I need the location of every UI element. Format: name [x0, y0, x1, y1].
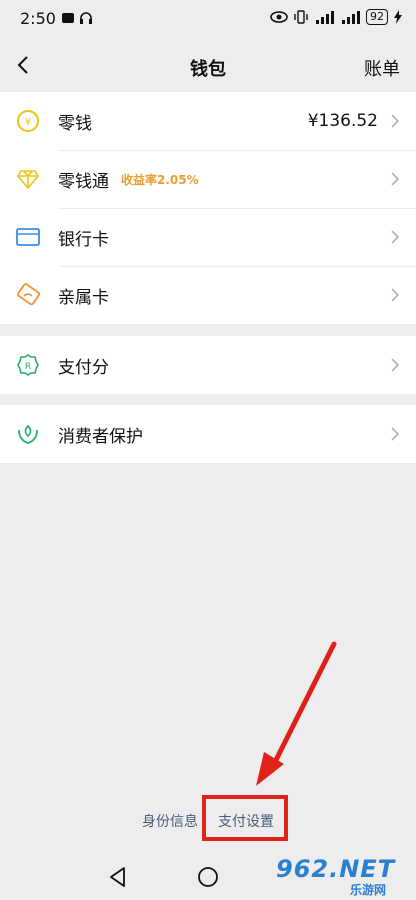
family-card-icon [17, 283, 40, 306]
nav-home-circle-icon[interactable] [197, 866, 219, 888]
wallet-group-score: R 支付分 [0, 336, 416, 394]
chevron-right-icon [391, 114, 400, 128]
yield-rate-badge: 收益率2.05% [121, 172, 199, 187]
status-right: 92 [270, 9, 402, 25]
bank-card-icon [16, 228, 40, 246]
chevron-right-icon [391, 427, 400, 441]
signal-4g-icon [316, 11, 334, 24]
watermark: 962.NET 乐游网 [276, 855, 412, 897]
status-bar: 2:50 92 [0, 0, 416, 38]
row-family-card[interactable]: 亲属卡 [0, 266, 416, 324]
eye-icon [270, 11, 288, 23]
row-label: 零钱 [58, 113, 92, 134]
pay-score-icon: R [17, 354, 39, 376]
coin-icon: ¥ [17, 110, 39, 132]
watermark-site: 乐游网 [350, 883, 387, 897]
row-lingqiantong[interactable]: 零钱通 收益率2.05% [0, 150, 416, 208]
status-left-icons [61, 11, 93, 25]
notification-icon [62, 13, 74, 23]
highlight-box [202, 795, 288, 841]
signal-4g-icon-2 [342, 11, 360, 24]
vibrate-icon [294, 10, 308, 24]
nav-bar: 钱包 账单 [0, 38, 416, 92]
row-change[interactable]: ¥ 零钱 ¥136.52 [0, 92, 416, 150]
page-title: 钱包 [190, 59, 226, 80]
row-label: 银行卡 [58, 229, 109, 250]
charging-icon [394, 10, 402, 24]
wallet-group-main: ¥ 零钱 ¥136.52 零钱通 收益率2.05% 银行卡 亲属卡 [0, 92, 416, 324]
row-label: 消费者保护 [58, 426, 143, 447]
row-consumer-protection[interactable]: 消费者保护 [0, 405, 416, 463]
row-bank-card[interactable]: 银行卡 [0, 208, 416, 266]
diamond-icon [17, 170, 39, 189]
row-label: 支付分 [58, 357, 109, 378]
row-pay-score[interactable]: R 支付分 [0, 336, 416, 394]
annotation-arrow-icon [256, 641, 337, 786]
nav-back-triangle-icon[interactable] [108, 866, 128, 888]
svg-text:¥: ¥ [25, 117, 31, 128]
row-label: 零钱通 [58, 171, 109, 192]
chevron-right-icon [391, 230, 400, 244]
balance-value: ¥136.52 [307, 111, 378, 131]
row-label: 亲属卡 [58, 287, 109, 308]
chevron-right-icon [391, 172, 400, 186]
status-time: 2:50 [20, 9, 56, 28]
identity-info-link[interactable]: 身份信息 [142, 811, 198, 831]
wallet-group-protection: 消费者保护 [0, 405, 416, 463]
battery-indicator: 92 [366, 9, 388, 25]
chevron-right-icon [391, 288, 400, 302]
headphones-icon [80, 12, 92, 24]
bill-button[interactable]: 账单 [364, 55, 400, 81]
svg-text:R: R [25, 362, 31, 372]
watermark-logo: 962.NET [276, 855, 396, 883]
protection-hands-icon [18, 424, 38, 444]
chevron-right-icon [391, 358, 400, 372]
